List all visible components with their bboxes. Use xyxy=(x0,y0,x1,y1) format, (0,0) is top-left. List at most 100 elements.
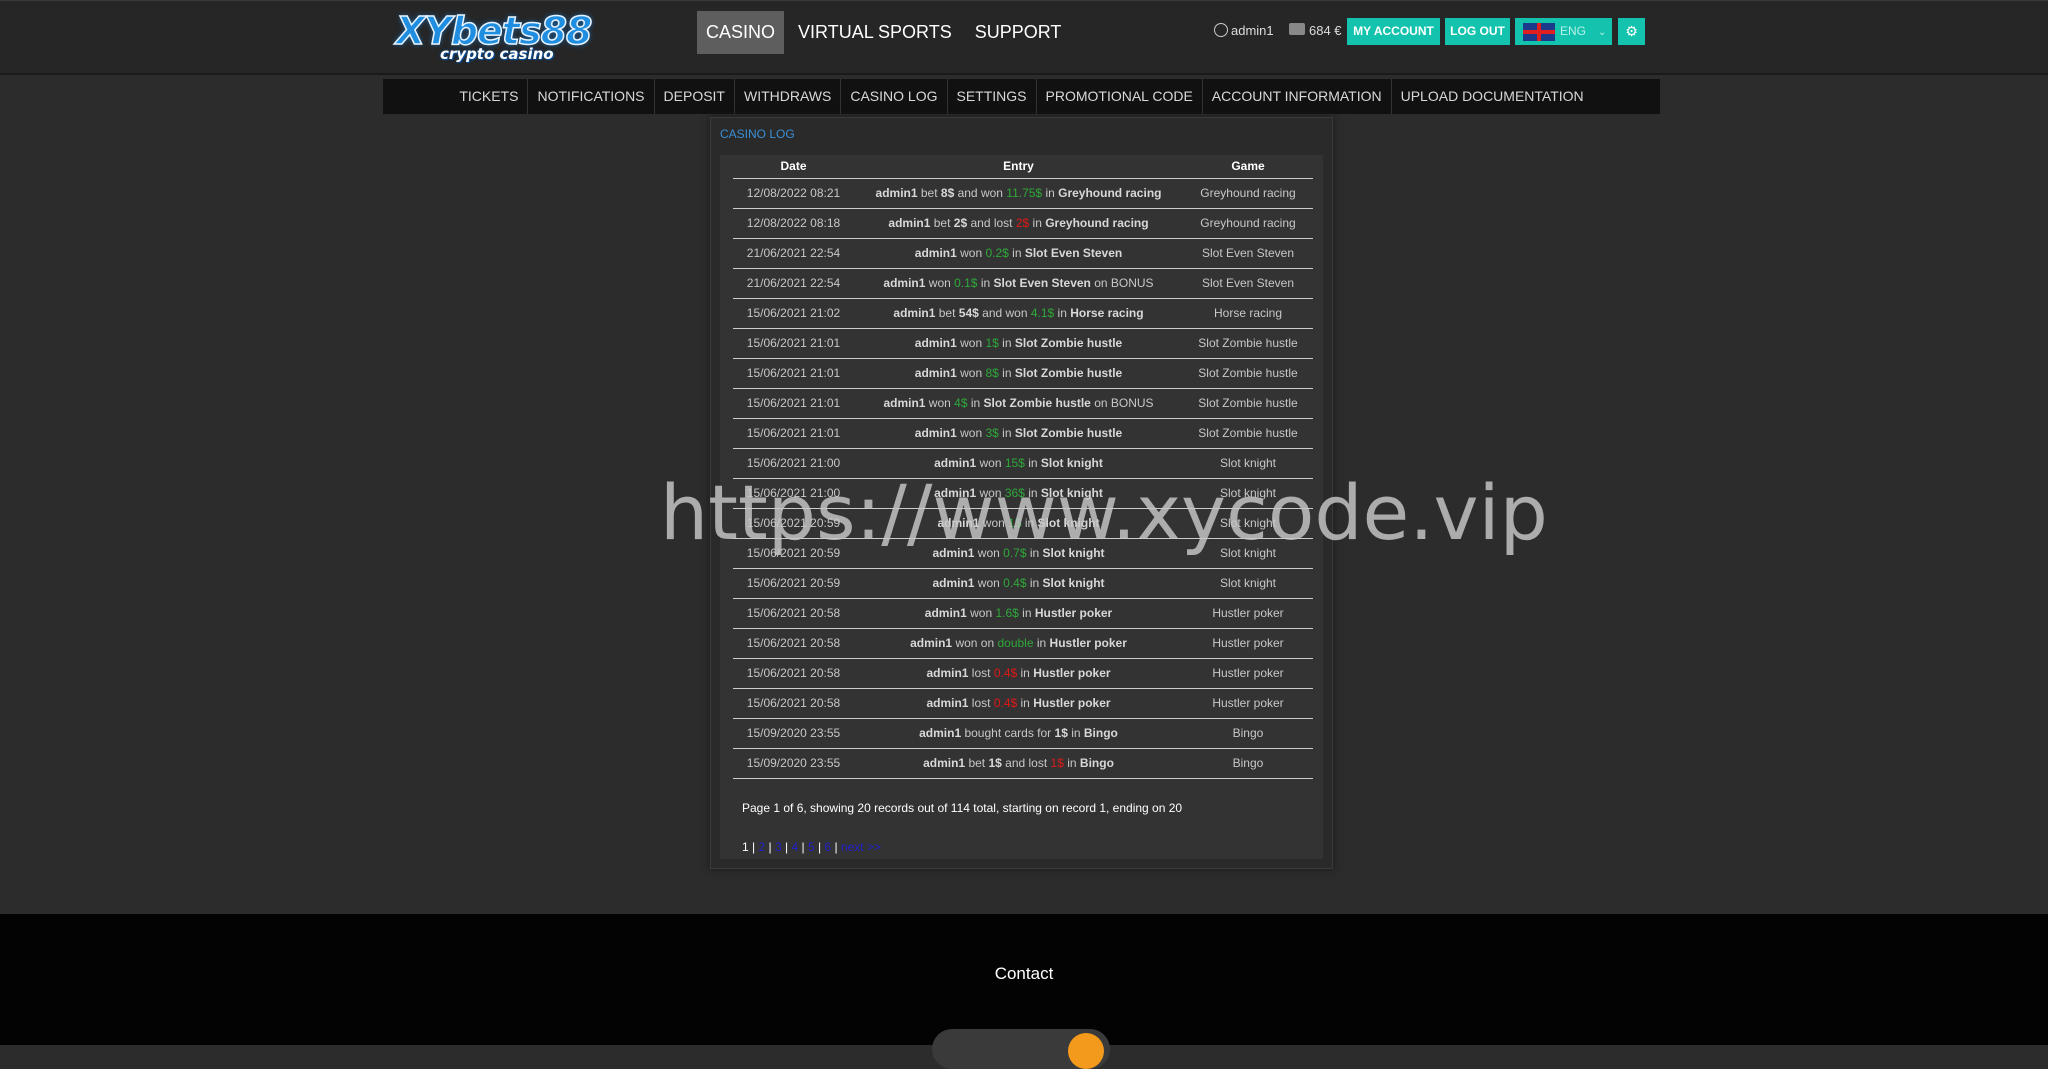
entry-segment: won xyxy=(956,426,986,440)
entry-segment: in xyxy=(967,396,984,410)
entry-segment: in xyxy=(1029,216,1046,230)
table-row: 15/06/2021 21:01 admin1 won 8$ in Slot Zo… xyxy=(733,358,1313,389)
entry-segment: won xyxy=(925,396,955,410)
subnav-settings[interactable]: SETTINGS xyxy=(948,79,1037,114)
entry-segment: and lost xyxy=(967,216,1016,230)
table-row: 15/09/2020 23:55 admin1 bought cards for … xyxy=(733,718,1313,749)
table-row: 15/06/2021 20:58 admin1 lost 0.4$ in Hust… xyxy=(733,688,1313,719)
cell-entry: admin1 won 4$ in Slot Zombie hustle on B… xyxy=(854,388,1183,419)
page-link-2[interactable]: 2 xyxy=(758,840,765,854)
entry-segment: in xyxy=(977,276,994,290)
username[interactable]: admin1 xyxy=(1231,23,1274,38)
chat-widget-button[interactable] xyxy=(932,1029,1110,1069)
cell-entry: admin1 bet 54$ and won 4.1$ in Horse rac… xyxy=(854,298,1183,329)
entry-segment: lost xyxy=(968,666,994,680)
subnav-account-information[interactable]: ACCOUNT INFORMATION xyxy=(1203,79,1392,114)
entry-segment: in xyxy=(1017,666,1034,680)
cell-date: 15/06/2021 21:02 xyxy=(733,298,854,329)
casino-log-table: Date Entry Game 12/08/2022 08:21 admin1 b… xyxy=(733,155,1313,779)
page-link-3[interactable]: 3 xyxy=(775,840,782,854)
entry-segment: in xyxy=(998,366,1015,380)
table-row: 15/06/2021 20:58 admin1 won 1.6$ in Hustl… xyxy=(733,598,1313,629)
entry-segment: on BONUS xyxy=(1090,276,1154,290)
subnav-casino-log[interactable]: CASINO LOG xyxy=(841,79,948,114)
entry-segment: 0.4$ xyxy=(1003,576,1027,590)
logo-tagline: crypto casino xyxy=(440,45,554,63)
entry-segment: in xyxy=(1017,696,1034,710)
chat-icon xyxy=(1068,1033,1104,1069)
entry-segment: 1.6$ xyxy=(995,606,1019,620)
uk-flag-icon xyxy=(1523,22,1555,41)
entry-segment: Hustler poker xyxy=(1033,696,1111,710)
entry-segment: and won xyxy=(978,306,1031,320)
cell-game: Slot Zombie hustle xyxy=(1183,388,1313,419)
table-row: 15/06/2021 20:58 admin1 lost 0.4$ in Hust… xyxy=(733,658,1313,689)
cell-game: Slot Zombie hustle xyxy=(1183,418,1313,449)
entry-segment: 11.75$ xyxy=(1006,186,1043,200)
entry-segment: admin1 xyxy=(919,726,962,740)
cell-entry: admin1 won 1$ in Slot Zombie hustle xyxy=(854,328,1183,359)
entry-segment: admin1 xyxy=(914,336,957,350)
cell-date: 15/06/2021 20:58 xyxy=(733,658,854,689)
table-header-row: Date Entry Game xyxy=(733,155,1313,179)
cell-date: 15/09/2020 23:55 xyxy=(733,748,854,779)
settings-button[interactable]: ⚙ xyxy=(1618,18,1645,45)
entry-segment: 2$ xyxy=(953,216,968,230)
language-label: ENG xyxy=(1560,24,1587,38)
entry-segment: Hustler poker xyxy=(1049,636,1127,650)
nav-virtual-sports[interactable]: VIRTUAL SPORTS xyxy=(789,11,961,54)
footer: Contact xyxy=(0,914,2048,1069)
subnav-notifications[interactable]: NOTIFICATIONS xyxy=(528,79,655,114)
cell-date: 15/06/2021 21:01 xyxy=(733,388,854,419)
subnav-tickets[interactable]: TICKETS xyxy=(450,79,529,114)
entry-segment: admin1 xyxy=(926,666,969,680)
entry-segment: Horse racing xyxy=(1070,306,1144,320)
entry-segment: admin1 xyxy=(926,696,969,710)
entry-segment: admin1 xyxy=(875,186,918,200)
language-select[interactable]: ENG ⌄ xyxy=(1515,18,1612,45)
table-row: 15/06/2021 21:02 admin1 bet 54$ and won 4… xyxy=(733,298,1313,329)
entry-segment: 1$ xyxy=(1050,756,1064,770)
cell-date: 15/06/2021 20:58 xyxy=(733,598,854,629)
entry-segment: admin1 xyxy=(914,366,957,380)
subnav-promotional-code[interactable]: PROMOTIONAL CODE xyxy=(1037,79,1203,114)
entry-segment: admin1 xyxy=(883,276,926,290)
page-next-link[interactable]: next >> xyxy=(841,840,881,854)
entry-segment: admin1 xyxy=(923,756,966,770)
subnav-withdraws[interactable]: WITHDRAWS xyxy=(735,79,842,114)
my-account-button[interactable]: MY ACCOUNT xyxy=(1347,18,1440,45)
cell-entry: admin1 bet 8$ and won 11.75$ in Greyhoun… xyxy=(854,178,1183,209)
entry-segment: bet xyxy=(965,756,989,770)
cell-entry: admin1 bet 1$ and lost 1$ in Bingo xyxy=(854,748,1183,779)
entry-segment: in xyxy=(1063,756,1080,770)
nav-casino[interactable]: CASINO xyxy=(697,11,785,54)
entry-segment: in xyxy=(1033,636,1050,650)
site-logo[interactable]: XYbets88 crypto casino xyxy=(395,10,596,66)
entry-segment: admin1 xyxy=(914,426,957,440)
entry-segment: and won xyxy=(954,186,1007,200)
page-link-6[interactable]: 6 xyxy=(824,840,831,854)
cell-date: 15/06/2021 21:01 xyxy=(733,418,854,449)
entry-segment: admin1 xyxy=(888,216,931,230)
user-icon xyxy=(1214,23,1228,37)
cell-game: Bingo xyxy=(1183,748,1313,779)
nav-support[interactable]: SUPPORT xyxy=(966,11,1071,54)
cell-entry: admin1 won 3$ in Slot Zombie hustle xyxy=(854,418,1183,449)
cell-game: Hustler poker xyxy=(1183,598,1313,629)
entry-segment: won xyxy=(925,276,955,290)
entry-segment: Slot Even Steven xyxy=(993,276,1091,290)
table-row: 21/06/2021 22:54 admin1 won 0.2$ in Slot … xyxy=(733,238,1313,269)
logout-button[interactable]: LOG OUT xyxy=(1445,18,1510,45)
cell-game: Hustler poker xyxy=(1183,628,1313,659)
entry-segment: lost xyxy=(968,696,994,710)
account-subnav: TICKETS NOTIFICATIONS DEPOSIT WITHDRAWS … xyxy=(383,79,1660,114)
subnav-deposit[interactable]: DEPOSIT xyxy=(655,79,735,114)
cell-game: Slot Zombie hustle xyxy=(1183,358,1313,389)
page-link-4[interactable]: 4 xyxy=(791,840,798,854)
entry-segment: won on xyxy=(952,636,998,650)
subnav-upload-documentation[interactable]: UPLOAD DOCUMENTATION xyxy=(1392,79,1593,114)
entry-segment: double xyxy=(997,636,1034,650)
page-link-5[interactable]: 5 xyxy=(808,840,815,854)
cell-game: Hustler poker xyxy=(1183,688,1313,719)
cell-entry: admin1 bought cards for 1$ in Bingo xyxy=(854,718,1183,749)
